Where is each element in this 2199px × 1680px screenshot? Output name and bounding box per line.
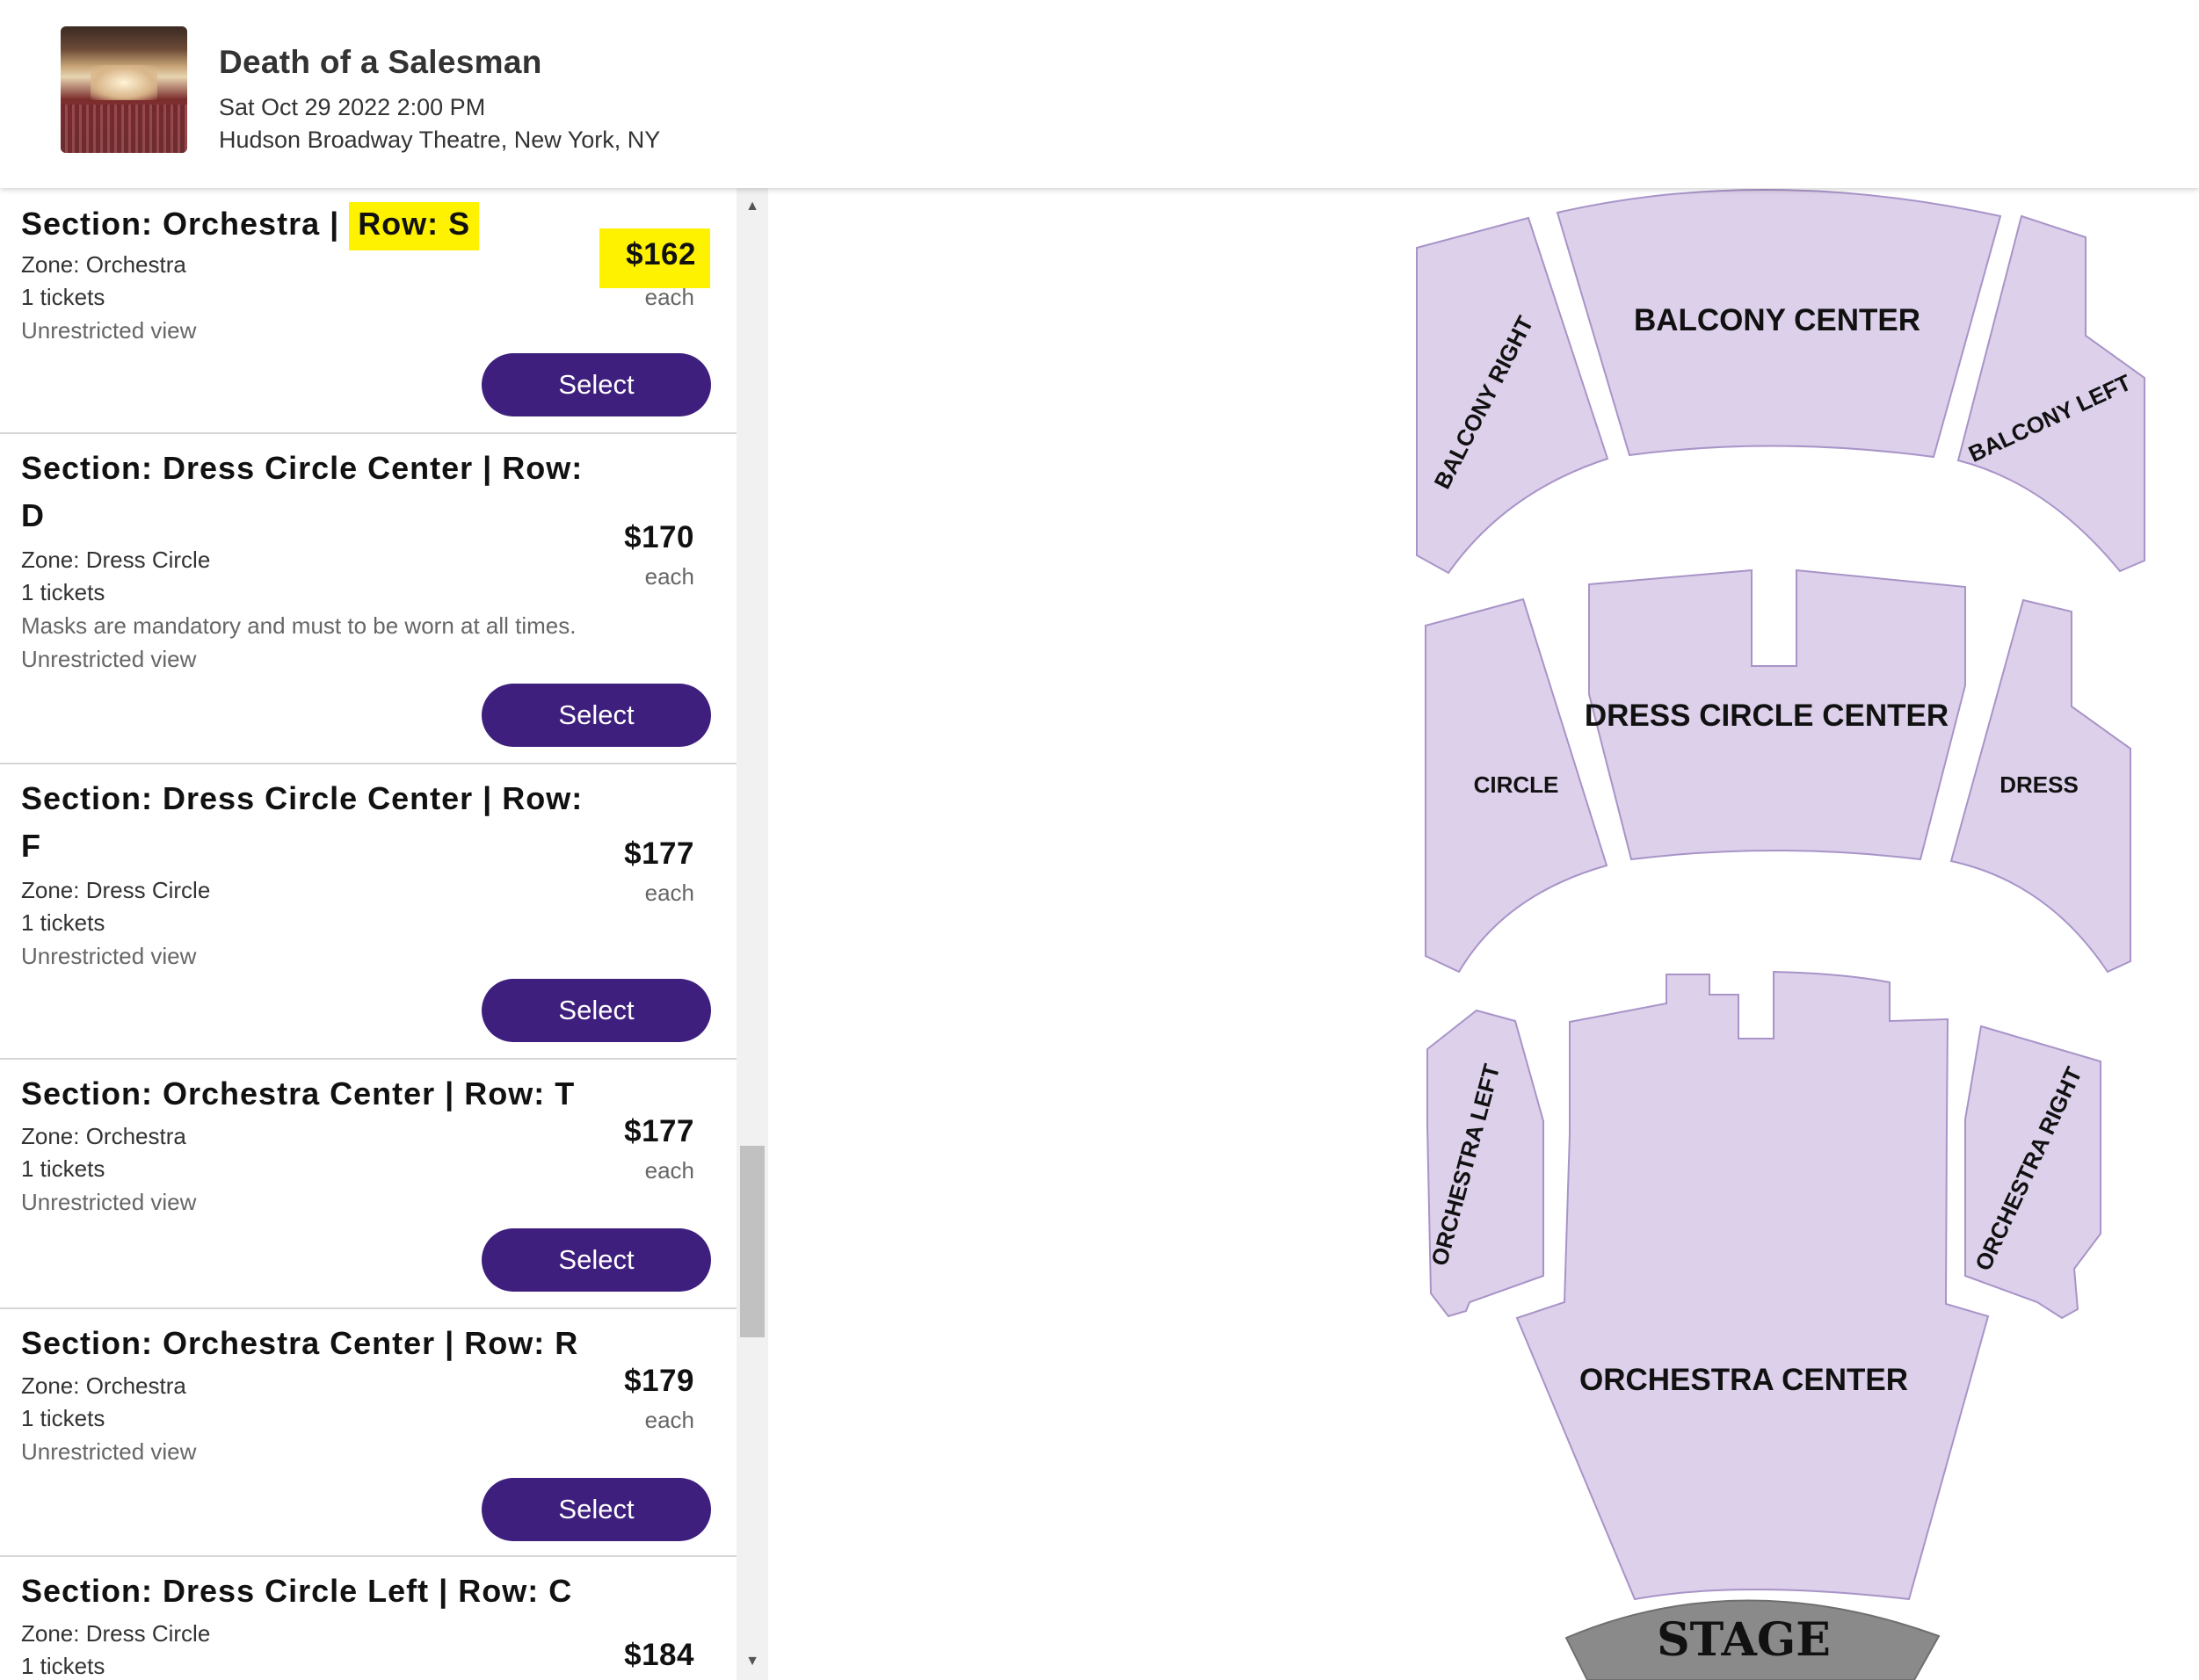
listing-price-each: each <box>644 880 694 906</box>
label-balcony-center: BALCONY CENTER <box>1634 303 1920 337</box>
listing-card: Section: Dress Circle Left | Row: C Zone… <box>0 1557 737 1680</box>
listing-price: $170 <box>624 520 694 554</box>
scrollbar-thumb[interactable] <box>740 1146 765 1337</box>
listing-view: Unrestricted view <box>21 943 197 969</box>
listing-zone: Zone: Orchestra <box>21 1123 186 1149</box>
scroll-down-arrow-icon[interactable]: ▼ <box>737 1648 768 1675</box>
listing-note: Masks are mandatory and must to be worn … <box>21 612 577 639</box>
select-button[interactable]: Select <box>482 1228 711 1292</box>
listing-card: Section: Dress Circle Center | Row: F Zo… <box>0 764 737 1060</box>
listing-title: Section: Orchestra | Row: S <box>21 200 480 250</box>
listing-price-each: each <box>644 1407 694 1433</box>
listing-view: Unrestricted view <box>21 1189 197 1215</box>
label-dress: DRESS <box>1999 771 2079 798</box>
event-venue: Hudson Broadway Theatre, New York, NY <box>219 127 661 153</box>
select-button[interactable]: Select <box>482 353 711 416</box>
listing-price: $179 <box>624 1364 694 1398</box>
listing-price: $162 <box>599 228 710 288</box>
listing-tickets: 1 tickets <box>21 909 105 936</box>
listing-title: Section: Orchestra Center | Row: R <box>21 1325 579 1361</box>
listing-card: Section: Dress Circle Center | Row: D Zo… <box>0 434 737 764</box>
listing-view: Unrestricted view <box>21 317 197 344</box>
listing-price: $177 <box>624 1114 694 1148</box>
listing-zone: Zone: Dress Circle <box>21 1620 211 1647</box>
seat-map: BALCONY CENTER BALCONY RIGHT BALCONY LEF… <box>768 188 2199 1680</box>
listing-title: Section: Dress Circle Center | Row: <box>21 450 584 486</box>
listing-view: Unrestricted view <box>21 1438 197 1465</box>
event-thumbnail <box>61 26 187 153</box>
listing-price-each: each <box>644 284 694 310</box>
ticket-listing-panel: Section: Orchestra | Row: S Zone: Orches… <box>0 188 737 1680</box>
listing-title: Section: Orchestra Center | Row: T <box>21 1075 576 1112</box>
listing-card: Section: Orchestra | Row: S Zone: Orches… <box>0 188 737 434</box>
listing-tickets: 1 tickets <box>21 284 105 310</box>
listing-title-cont: D <box>21 497 45 533</box>
listing-scrollbar[interactable]: ▲ ▼ <box>737 188 768 1680</box>
listing-view: Unrestricted view <box>21 646 197 672</box>
listing-title-cont: F <box>21 828 41 864</box>
listing-tickets: 1 tickets <box>21 1155 105 1182</box>
listing-zone: Zone: Dress Circle <box>21 877 211 903</box>
row-highlight: Row: S <box>349 202 480 250</box>
section-orchestra-center[interactable] <box>1515 970 1990 1601</box>
label-orchestra-center: ORCHESTRA CENTER <box>1579 1363 1908 1397</box>
listing-tickets: 1 tickets <box>21 1405 105 1431</box>
listing-price: $177 <box>624 836 694 871</box>
listing-price-each: each <box>644 563 694 590</box>
listing-zone: Zone: Orchestra <box>21 1372 186 1399</box>
label-dress-circle-center: DRESS CIRCLE CENTER <box>1585 699 1949 733</box>
listing-title: Section: Dress Circle Left | Row: C <box>21 1573 573 1609</box>
listing-tickets: 1 tickets <box>21 579 105 605</box>
select-button[interactable]: Select <box>482 979 711 1042</box>
listing-card: Section: Orchestra Center | Row: T Zone:… <box>0 1060 737 1309</box>
listing-tickets: 1 tickets <box>21 1653 105 1679</box>
event-datetime: Sat Oct 29 2022 2:00 PM <box>219 94 486 120</box>
listing-price: $184 <box>624 1638 694 1672</box>
listing-zone: Zone: Dress Circle <box>21 547 211 573</box>
select-button[interactable]: Select <box>482 1478 711 1541</box>
select-button[interactable]: Select <box>482 684 711 747</box>
section-orchestra-left[interactable] <box>1426 1009 1544 1318</box>
event-header: Death of a Salesman Sat Oct 29 2022 2:00… <box>0 0 2199 188</box>
label-stage: STAGE <box>1657 1613 1831 1667</box>
scroll-up-arrow-icon[interactable]: ▲ <box>737 193 768 220</box>
listing-title: Section: Dress Circle Center | Row: <box>21 780 584 816</box>
listing-price-each: each <box>644 1157 694 1184</box>
listing-card: Section: Orchestra Center | Row: R Zone:… <box>0 1309 737 1557</box>
label-circle: CIRCLE <box>1474 771 1559 798</box>
event-title: Death of a Salesman <box>219 44 542 80</box>
listing-zone: Zone: Orchestra <box>21 251 186 278</box>
